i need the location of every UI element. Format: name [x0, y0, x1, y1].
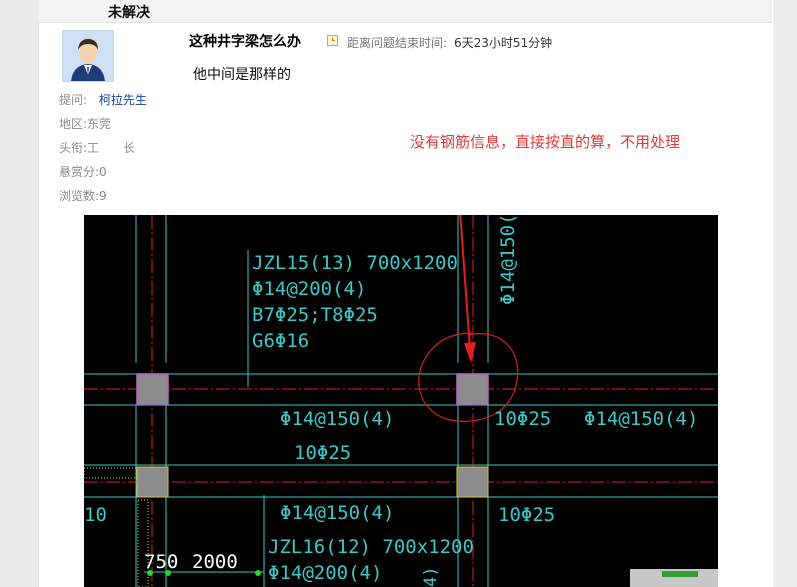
label-left-10: 10	[84, 504, 107, 526]
column-a	[136, 373, 169, 405]
bounty-label: 悬赏分:	[59, 165, 100, 179]
label-stirrup-e: Φ14@200(4)	[268, 562, 382, 584]
status-bar: 未解决	[38, 0, 772, 23]
label-4: 4)	[421, 567, 441, 587]
region-label: 地区:	[59, 117, 88, 131]
label-stirrup-c: Φ14@150(4)	[584, 408, 698, 430]
column-c	[136, 466, 169, 498]
label-10-b: 10Φ25	[494, 408, 551, 430]
meta-bounty: 悬赏分:0	[59, 163, 107, 180]
bounty-value: 0	[99, 165, 107, 179]
label-stirrup-d: Φ14@150(4)	[280, 502, 394, 524]
label-g6: G6Φ16	[252, 330, 309, 352]
column-b	[456, 373, 489, 405]
left-gutter	[0, 0, 38, 587]
user-avatar-icon	[63, 31, 113, 81]
timer-value: 6天23小时51分钟	[454, 36, 553, 50]
meta-rank: 头衔:工 长	[59, 139, 135, 156]
question-body: 他中间是那样的	[193, 67, 291, 83]
views-label: 浏览数:	[59, 189, 100, 203]
label-2000: 2000	[192, 551, 238, 573]
label-10-c: 10Φ25	[498, 504, 555, 526]
rank-label: 头衔:	[59, 141, 88, 155]
label-stirrup-b: Φ14@150(4)	[280, 408, 394, 430]
asker-label: 提问:	[59, 93, 88, 107]
meta-asker: 提问: 柯拉先生	[59, 91, 147, 108]
meta-region: 地区:东莞	[59, 115, 111, 132]
timer-label: 距离问题结束时间:	[347, 36, 448, 50]
views-value: 9	[99, 189, 107, 203]
rank-value: 工 长	[87, 141, 136, 155]
asker-name-link[interactable]: 柯拉先生	[99, 93, 147, 107]
label-750: 750	[144, 551, 178, 573]
label-jzl16: JZL16(12) 700x1200	[268, 536, 474, 558]
label-jzl15: JZL15(13) 700x1200	[252, 252, 458, 274]
cad-drawing-image[interactable]: JZL15(13) 700x1200 Φ14@200(4) B7Φ25;T8Φ2…	[84, 215, 718, 587]
status-label: 未解决	[108, 5, 150, 21]
meta-views: 浏览数:9	[59, 187, 107, 204]
region-value: 东莞	[87, 117, 112, 131]
label-10-a: 10Φ25	[294, 442, 351, 464]
label-b7t8: B7Φ25;T8Φ25	[252, 304, 378, 326]
label-vertical: Φ14@150(	[497, 215, 519, 305]
corner-block	[630, 569, 718, 587]
avatar[interactable]	[62, 30, 114, 82]
clock-icon	[327, 35, 338, 46]
annotation-text: 没有钢筋信息，直接按直的算，不用处理	[410, 133, 681, 151]
label-stirrup-a: Φ14@200(4)	[252, 278, 366, 300]
question-title[interactable]: 这种井字梁怎么办	[189, 31, 301, 51]
column-d	[456, 466, 489, 498]
right-scrollbar-gutter[interactable]	[772, 0, 797, 587]
